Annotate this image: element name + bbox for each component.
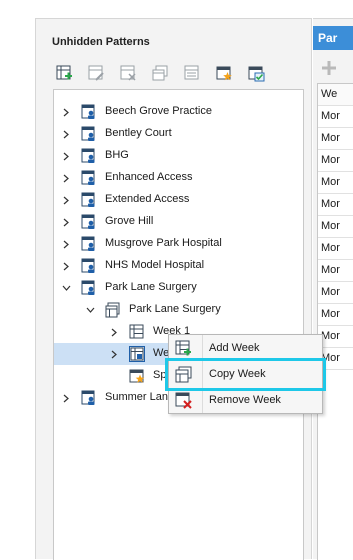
tree-item-label: Park Lane Surgery <box>105 281 197 293</box>
special-week-icon <box>129 369 145 383</box>
tree-item-park-lane-surgery[interactable]: Park Lane Surgery <box>54 277 303 299</box>
tree-item-label: Musgrove Park Hospital <box>105 237 222 249</box>
schedule-check-icon[interactable] <box>248 65 265 82</box>
grid-cell[interactable]: Mor <box>318 304 353 326</box>
grid-column-header[interactable]: We <box>318 84 353 106</box>
patterns-panel: Unhidden Patterns Beech Grove Practice B… <box>35 18 312 560</box>
chevron-right-icon[interactable] <box>61 387 71 409</box>
menu-item-add-week[interactable]: Add Week <box>169 336 322 360</box>
practice-icon <box>81 280 95 295</box>
tree-item-beech-grove[interactable]: Beech Grove Practice <box>54 101 303 123</box>
tree-item-label: Extended Access <box>105 193 190 205</box>
tree-item-label: Enhanced Access <box>105 171 193 183</box>
grid-cell[interactable]: Mor <box>318 216 353 238</box>
chevron-right-icon[interactable] <box>61 167 71 189</box>
grid-cell[interactable]: Mor <box>318 194 353 216</box>
tree-item-park-lane-pattern[interactable]: Park Lane Surgery <box>54 299 303 321</box>
tree-item-enhanced-access[interactable]: Enhanced Access <box>54 167 303 189</box>
add-icon[interactable] <box>321 60 337 76</box>
grid-cell[interactable]: Mor <box>318 150 353 172</box>
practice-icon <box>81 390 95 405</box>
grid-cell[interactable]: Mor <box>318 326 353 348</box>
menu-item-copy-week[interactable]: Copy Week <box>169 362 322 386</box>
week-icon <box>129 324 144 339</box>
tree-item-label: Grove Hill <box>105 215 154 227</box>
chevron-right-icon[interactable] <box>61 255 71 277</box>
tree-item-grove-hill[interactable]: Grove Hill <box>54 211 303 233</box>
chevron-right-icon[interactable] <box>109 343 119 365</box>
chevron-right-icon[interactable] <box>109 321 119 343</box>
tree-item-label: BHG <box>105 149 129 161</box>
grid-cell[interactable]: Mor <box>318 106 353 128</box>
delete-pattern-icon[interactable] <box>120 65 137 82</box>
chevron-right-icon[interactable] <box>61 189 71 211</box>
tree-item-bhg[interactable]: BHG <box>54 145 303 167</box>
tree-item-nhs-model-hospital[interactable]: NHS Model Hospital <box>54 255 303 277</box>
practice-icon <box>81 214 95 229</box>
tree-item-extended-access[interactable]: Extended Access <box>54 189 303 211</box>
menu-item-label: Copy Week <box>209 368 266 380</box>
grid-cell[interactable]: Mor <box>318 282 353 304</box>
grid-cell[interactable]: Mor <box>318 238 353 260</box>
grid-cell[interactable]: Mor <box>318 172 353 194</box>
copy-pattern-icon[interactable] <box>152 65 169 82</box>
tree-item-musgrove-park[interactable]: Musgrove Park Hospital <box>54 233 303 255</box>
week-grid[interactable]: We Mor Mor Mor Mor Mor Mor Mor Mor Mor M… <box>317 83 353 560</box>
chevron-right-icon[interactable] <box>61 123 71 145</box>
grid-cell[interactable]: Mor <box>318 348 353 370</box>
add-pattern-icon[interactable] <box>56 65 73 82</box>
practice-icon <box>81 170 95 185</box>
tree-item-label: Beech Grove Practice <box>105 105 212 117</box>
pattern-tree[interactable]: Beech Grove Practice Bentley Court BHG E… <box>53 89 304 560</box>
tree-item-bentley-court[interactable]: Bentley Court <box>54 123 303 145</box>
menu-item-label: Add Week <box>209 342 260 354</box>
tree-item-label: Summer Lane <box>105 391 175 403</box>
copy-week-icon <box>175 366 192 383</box>
chevron-down-icon[interactable] <box>85 299 95 321</box>
context-menu: Add Week Copy Week Remove Week <box>168 334 323 414</box>
tree-item-label: Bentley Court <box>105 127 172 139</box>
practice-icon <box>81 148 95 163</box>
pattern-icon <box>105 302 120 318</box>
practice-icon <box>81 258 95 273</box>
chevron-right-icon[interactable] <box>61 233 71 255</box>
chevron-right-icon[interactable] <box>61 101 71 123</box>
grid-cell[interactable]: Mor <box>318 260 353 282</box>
tree-item-label: Park Lane Surgery <box>129 303 221 315</box>
tree-item-label: We <box>153 347 170 359</box>
add-week-icon <box>175 340 191 356</box>
chevron-right-icon[interactable] <box>61 211 71 233</box>
tab-pattern[interactable]: Par <box>313 26 353 50</box>
remove-week-icon <box>175 392 192 409</box>
grid-cell[interactable]: Mor <box>318 128 353 150</box>
week-icon <box>129 346 145 362</box>
tree-item-label: NHS Model Hospital <box>105 259 205 271</box>
practice-icon <box>81 192 95 207</box>
pattern-details-panel: Par We Mor Mor Mor Mor Mor Mor Mor Mor M… <box>313 18 353 560</box>
pattern-properties-icon[interactable] <box>184 65 201 82</box>
practice-icon <box>81 126 95 141</box>
edit-pattern-icon[interactable] <box>88 65 105 82</box>
practice-icon <box>81 104 95 119</box>
menu-item-remove-week[interactable]: Remove Week <box>169 388 322 412</box>
panel-title: Unhidden Patterns <box>52 36 150 48</box>
menu-item-label: Remove Week <box>209 394 281 406</box>
practice-icon <box>81 236 95 251</box>
schedule-star-icon[interactable] <box>216 65 233 82</box>
tree-item-label: Sp <box>153 369 167 381</box>
chevron-right-icon[interactable] <box>61 145 71 167</box>
chevron-down-icon[interactable] <box>61 277 71 299</box>
